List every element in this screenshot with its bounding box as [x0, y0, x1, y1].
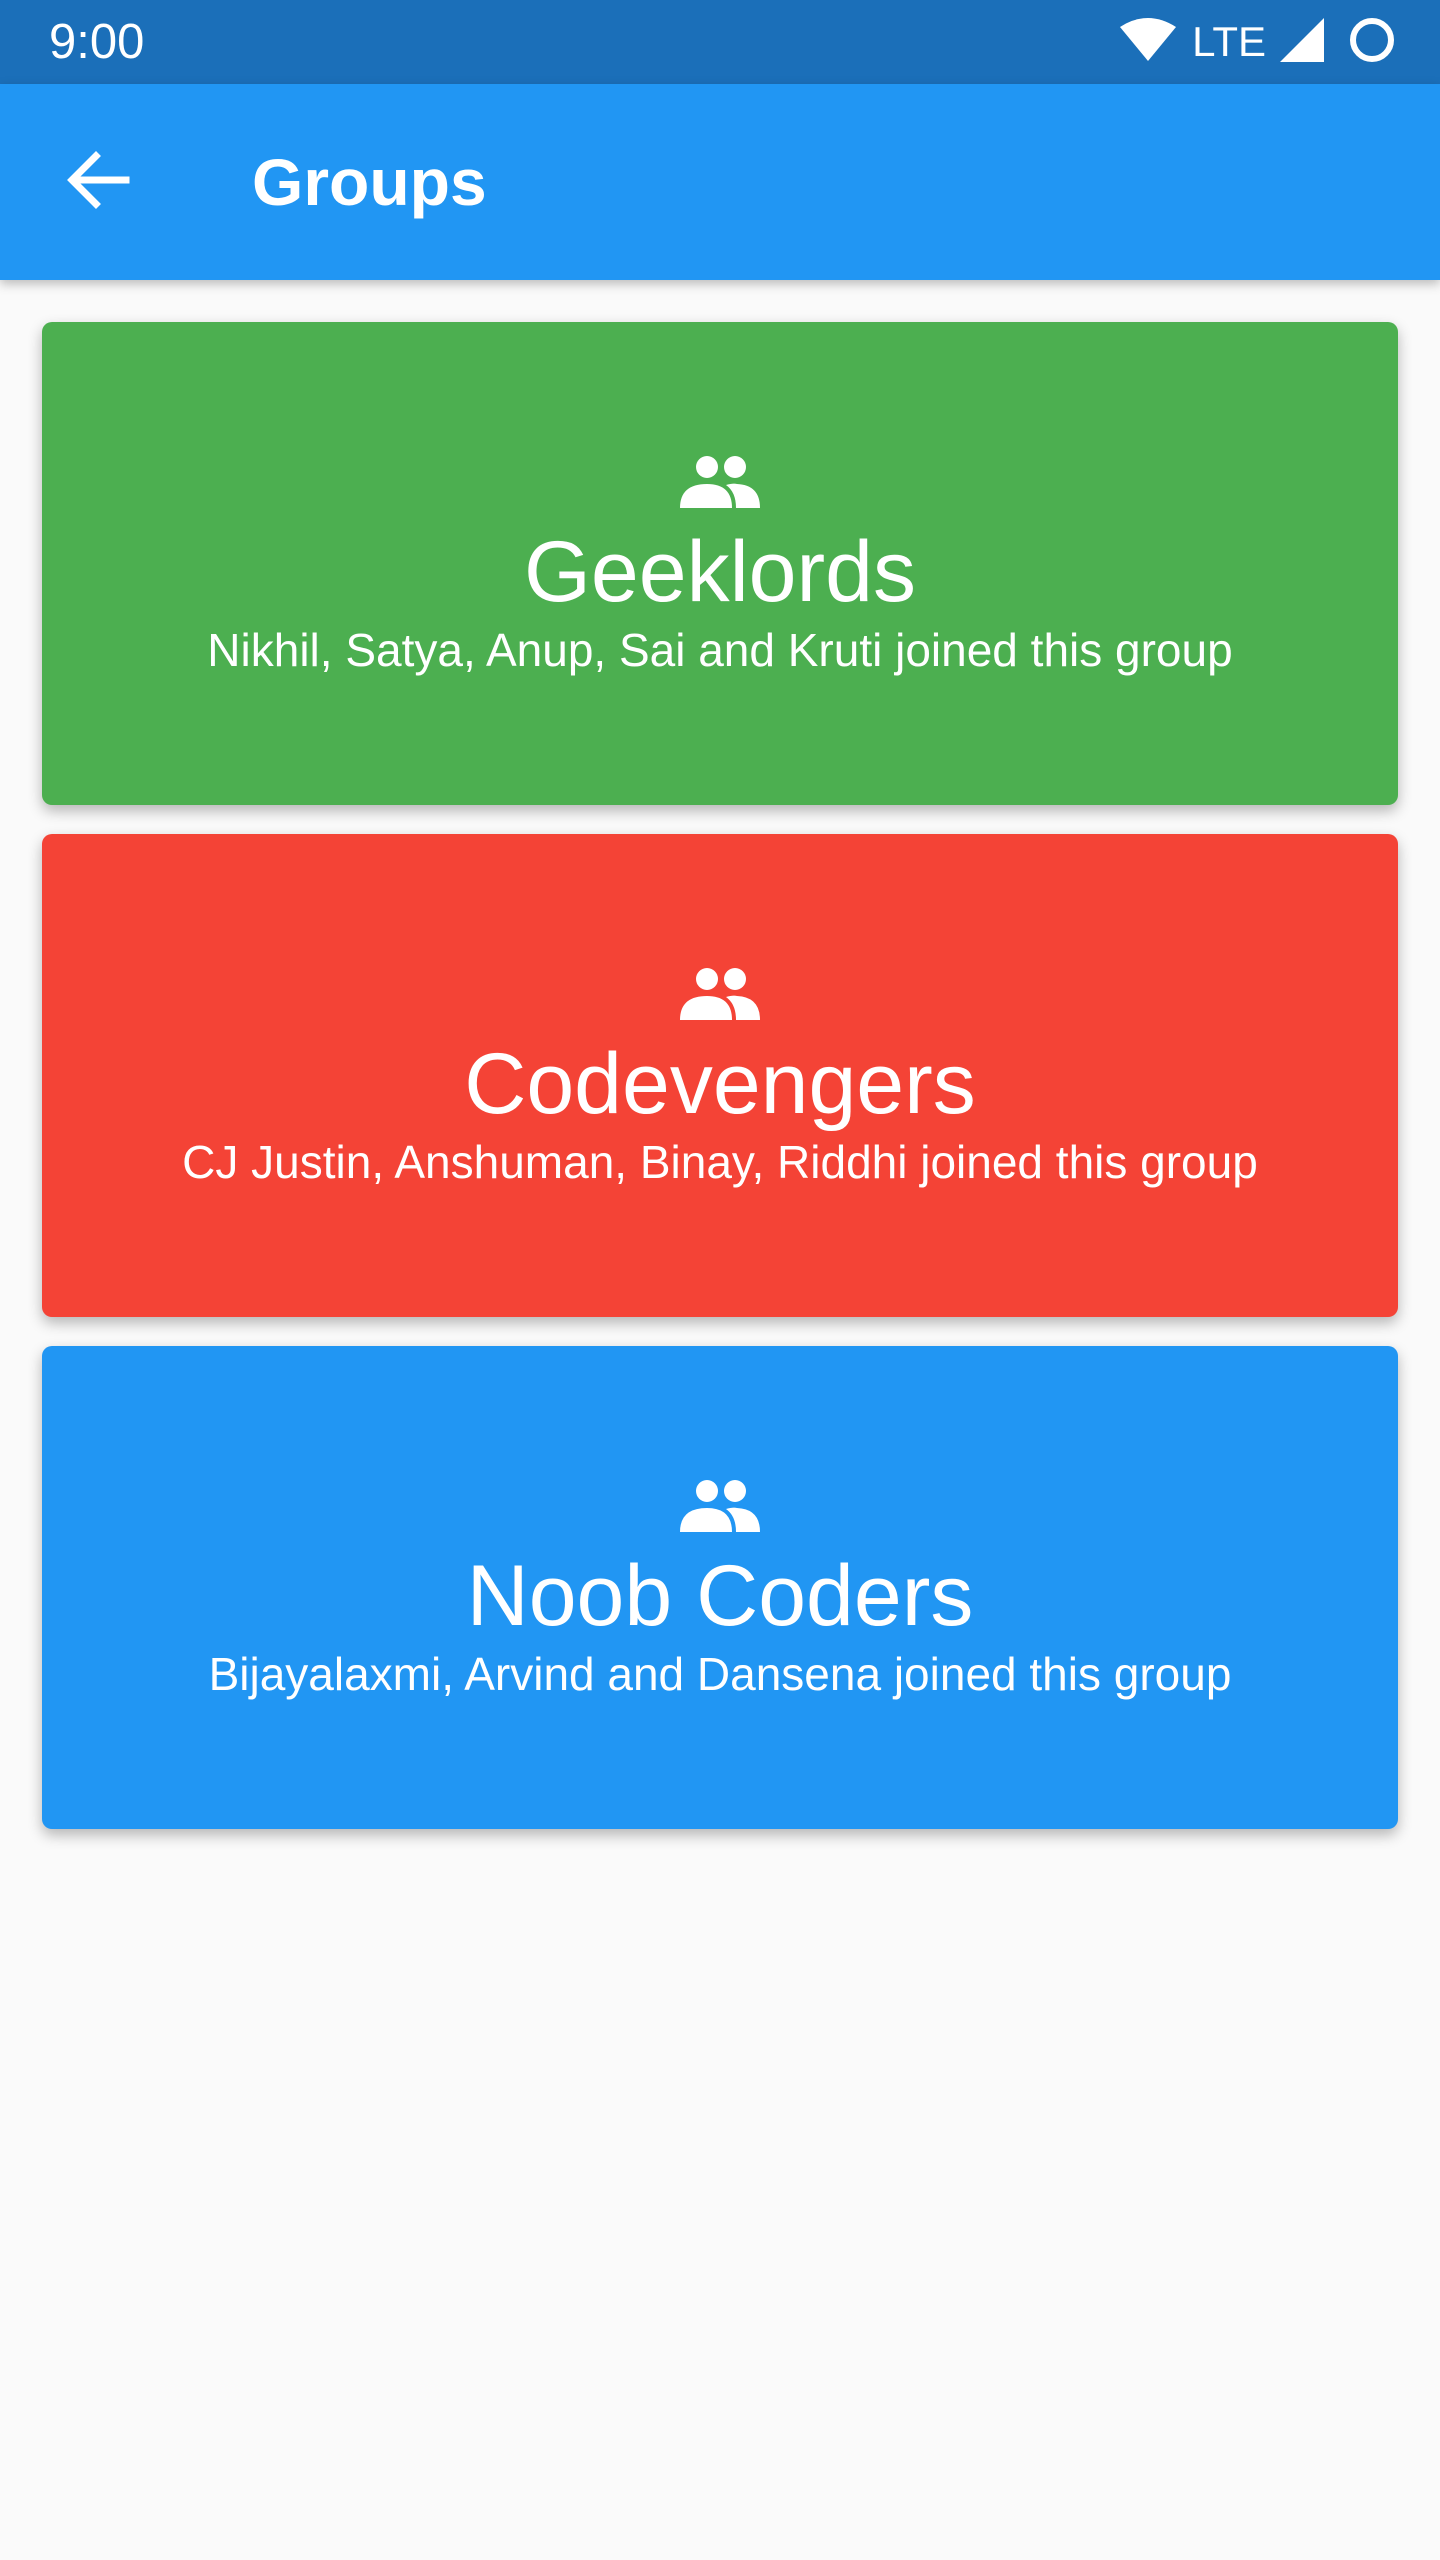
- wifi-icon: [1120, 17, 1177, 68]
- back-button[interactable]: [54, 138, 142, 226]
- status-time: 9:00: [49, 15, 145, 69]
- people-icon: [42, 1478, 1398, 1540]
- group-members-text: CJ Justin, Anshuman, Binay, Riddhi joine…: [182, 1136, 1258, 1188]
- cell-signal-icon: [1280, 17, 1324, 67]
- status-icons: LTE: [1120, 16, 1396, 68]
- status-bar: 9:00 LTE: [0, 0, 1440, 84]
- group-members-text: Nikhil, Satya, Anup, Sai and Kruti joine…: [207, 624, 1233, 676]
- group-card-noob-coders[interactable]: Noob Coders Bijayalaxmi, Arvind and Dans…: [42, 1346, 1398, 1829]
- network-type-label: LTE: [1192, 18, 1266, 65]
- group-card-codevengers[interactable]: Codevengers CJ Justin, Anshuman, Binay, …: [42, 834, 1398, 1317]
- arrow-back-icon: [66, 150, 130, 215]
- group-name: Geeklords: [524, 524, 916, 620]
- group-name: Codevengers: [464, 1036, 976, 1132]
- people-icon: [42, 966, 1398, 1028]
- page-title: Groups: [252, 145, 487, 219]
- group-name: Noob Coders: [466, 1548, 974, 1644]
- battery-circle-icon: [1348, 16, 1396, 69]
- app-bar: Groups: [0, 84, 1440, 280]
- group-card-geeklords[interactable]: Geeklords Nikhil, Satya, Anup, Sai and K…: [42, 322, 1398, 805]
- people-icon: [42, 454, 1398, 516]
- group-members-text: Bijayalaxmi, Arvind and Dansena joined t…: [208, 1648, 1232, 1700]
